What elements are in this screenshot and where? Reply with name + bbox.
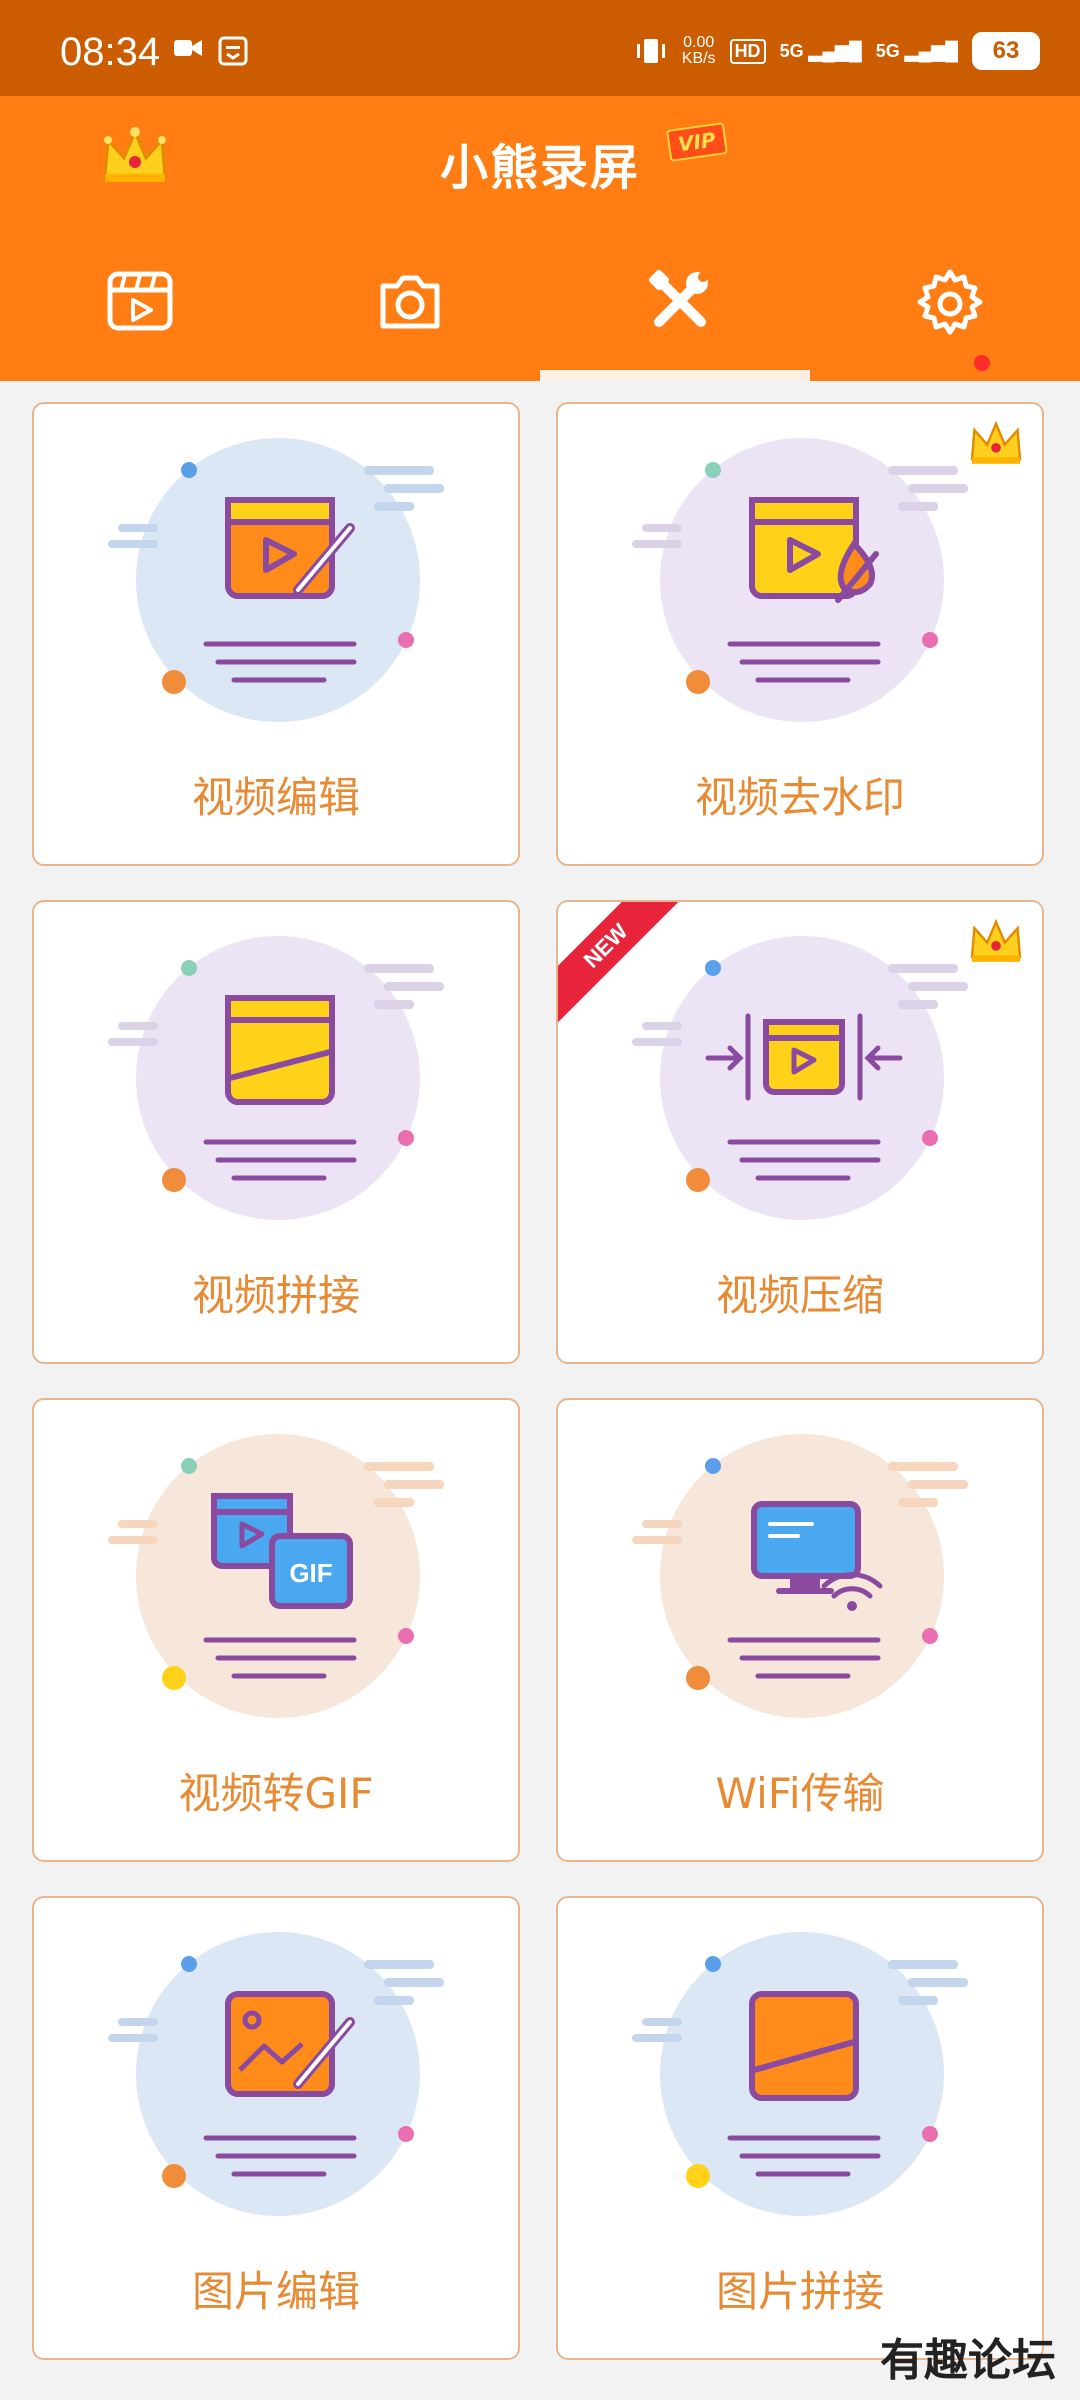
net-speed-unit: KB/s xyxy=(681,50,716,67)
tool-label: 视频转GIF xyxy=(178,1769,374,1818)
gif-text: GIF xyxy=(289,1558,332,1588)
status-right: 0.00 KB/s HD 5G ▂▄▆█ 5G ▂▄▆█ 63 xyxy=(634,32,1040,70)
wifi-transfer-icon xyxy=(632,1434,968,1718)
image-edit-icon xyxy=(108,1932,444,2216)
tab-settings[interactable] xyxy=(810,256,1080,381)
video-edit-icon xyxy=(108,438,444,722)
camera-icon xyxy=(380,275,440,329)
tab-indicator xyxy=(540,370,810,381)
video-record-icon xyxy=(174,40,202,56)
status-bar: 08:34 0.00 KB/s HD 5G ▂▄▆█ 5G ▂▄▆█ 63 xyxy=(0,0,1080,96)
forum-watermark: 有趣论坛 xyxy=(880,2335,1056,2386)
net-speed: 0.00 KB/s xyxy=(682,35,716,67)
video-to-gif-icon: GIF xyxy=(108,1434,444,1718)
signal-5g-2: 5G ▂▄▆█ xyxy=(875,40,958,61)
app-title: 小熊录屏 xyxy=(439,140,640,196)
tool-card-remove-watermark[interactable]: 视频去水印 xyxy=(556,402,1044,866)
tool-label: 视频压缩 xyxy=(715,1271,884,1320)
tool-label: 图片编辑 xyxy=(191,2267,360,2316)
tool-label: WiFi传输 xyxy=(715,1769,885,1818)
tool-card-wifi-transfer[interactable]: WiFi传输 xyxy=(556,1398,1044,1862)
video-clapper-icon xyxy=(107,271,173,331)
tools-icon xyxy=(648,269,708,327)
tool-label: 图片拼接 xyxy=(715,2267,884,2316)
tab-video-list[interactable] xyxy=(0,256,270,381)
premium-crown-icon xyxy=(970,918,1022,962)
tool-label: 视频编辑 xyxy=(191,773,360,822)
net-speed-value: 0.00 xyxy=(683,34,715,51)
tool-card-image-edit[interactable]: 图片编辑 xyxy=(32,1896,520,2360)
battery-icon: 63 xyxy=(972,32,1040,70)
tool-label: 视频拼接 xyxy=(191,1271,360,1320)
tool-card-video-compress[interactable]: NEW 视频压缩 xyxy=(556,900,1044,1364)
tool-label: 视频去水印 xyxy=(694,773,905,822)
video-merge-icon xyxy=(108,936,444,1220)
signal-5g-1: 5G ▂▄▆█ xyxy=(779,40,862,61)
tab-tools[interactable] xyxy=(540,256,810,381)
status-time: 08:34 xyxy=(60,30,161,74)
tab-camera[interactable] xyxy=(270,256,540,381)
gear-icon xyxy=(917,269,983,335)
tool-card-video-merge[interactable]: 视频拼接 xyxy=(32,900,520,1364)
hd-icon: HD xyxy=(729,38,766,64)
vibrate-icon xyxy=(636,39,665,63)
tool-card-video-to-gif[interactable]: GIF 视频转GIF xyxy=(32,1398,520,1862)
tool-card-image-merge[interactable]: 图片拼接 xyxy=(556,1896,1044,2360)
app-header: 小熊录屏 VIP xyxy=(0,96,1080,381)
settings-notification-dot xyxy=(974,355,990,371)
premium-crown-icon xyxy=(970,420,1022,464)
clipboard-icon xyxy=(218,36,248,66)
tool-card-video-edit[interactable]: 视频编辑 xyxy=(32,402,520,866)
image-merge-icon xyxy=(632,1932,968,2216)
